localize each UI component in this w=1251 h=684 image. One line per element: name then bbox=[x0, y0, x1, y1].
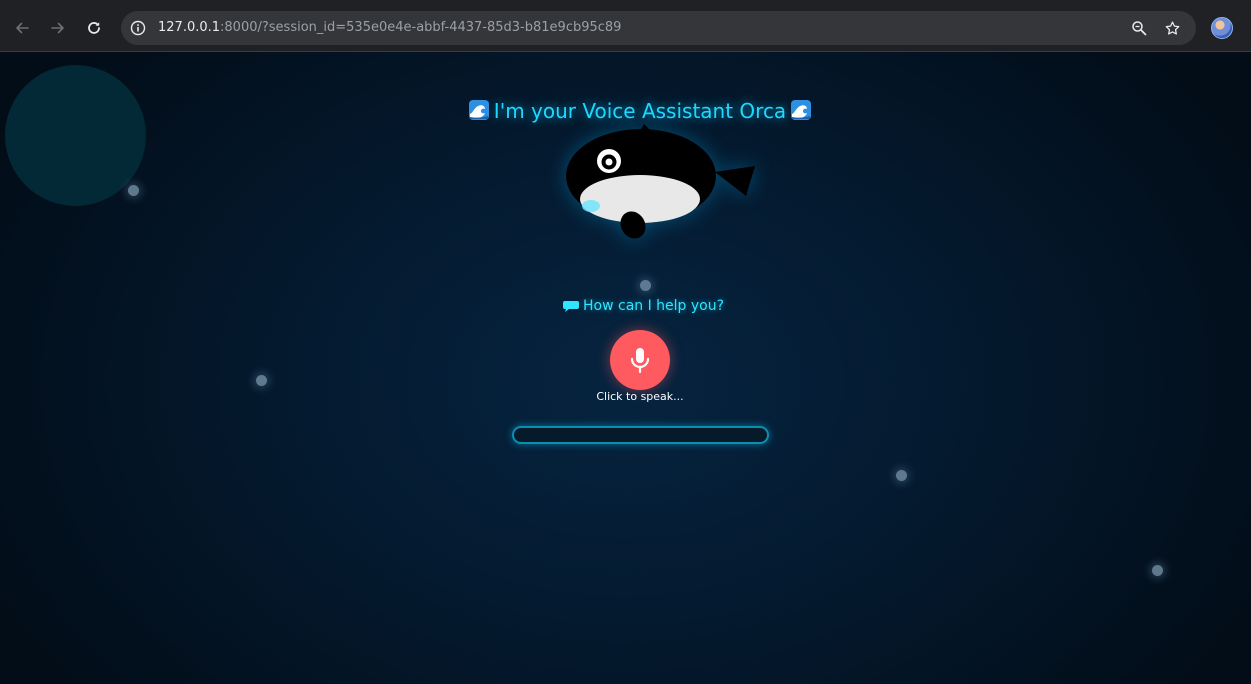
url-host: 127.0.0.1 bbox=[158, 20, 221, 35]
floating-bubble bbox=[896, 470, 907, 481]
back-arrow-icon[interactable] bbox=[10, 16, 34, 40]
forward-arrow-icon[interactable] bbox=[46, 16, 70, 40]
microphone-button[interactable] bbox=[610, 330, 670, 390]
site-info-icon[interactable] bbox=[130, 20, 146, 36]
mic-label: Click to speak... bbox=[596, 390, 684, 403]
app-page: I'm your Voice Assistant Orca How can I … bbox=[0, 52, 1251, 684]
help-prompt: How can I help you? bbox=[563, 296, 724, 316]
transcript-field[interactable] bbox=[512, 426, 769, 444]
zoom-icon[interactable] bbox=[1130, 19, 1148, 37]
orca-mascot bbox=[566, 124, 755, 239]
decorative-circle bbox=[5, 65, 146, 206]
reload-icon[interactable] bbox=[82, 16, 106, 40]
prompt-text: How can I help you? bbox=[583, 298, 725, 314]
wave-emoji-icon bbox=[468, 99, 490, 121]
address-bar[interactable]: 127.0.0.1:8000/?session_id=535e0e4e-abbf… bbox=[121, 11, 1196, 45]
url-text[interactable]: 127.0.0.1:8000/?session_id=535e0e4e-abbf… bbox=[158, 19, 621, 37]
browser-toolbar: 127.0.0.1:8000/?session_id=535e0e4e-abbf… bbox=[0, 0, 1251, 52]
floating-bubble bbox=[256, 375, 267, 386]
wave-emoji-icon bbox=[790, 99, 812, 121]
microphone-icon bbox=[630, 348, 650, 373]
bookmark-star-icon[interactable] bbox=[1163, 19, 1181, 37]
floating-bubble bbox=[640, 280, 651, 291]
floating-bubble bbox=[1152, 565, 1163, 576]
speech-bubble-icon bbox=[563, 301, 579, 312]
url-path: :8000/?session_id=535e0e4e-abbf-4437-85d… bbox=[220, 20, 622, 35]
profile-avatar[interactable] bbox=[1211, 17, 1233, 39]
floating-bubble bbox=[128, 185, 139, 196]
